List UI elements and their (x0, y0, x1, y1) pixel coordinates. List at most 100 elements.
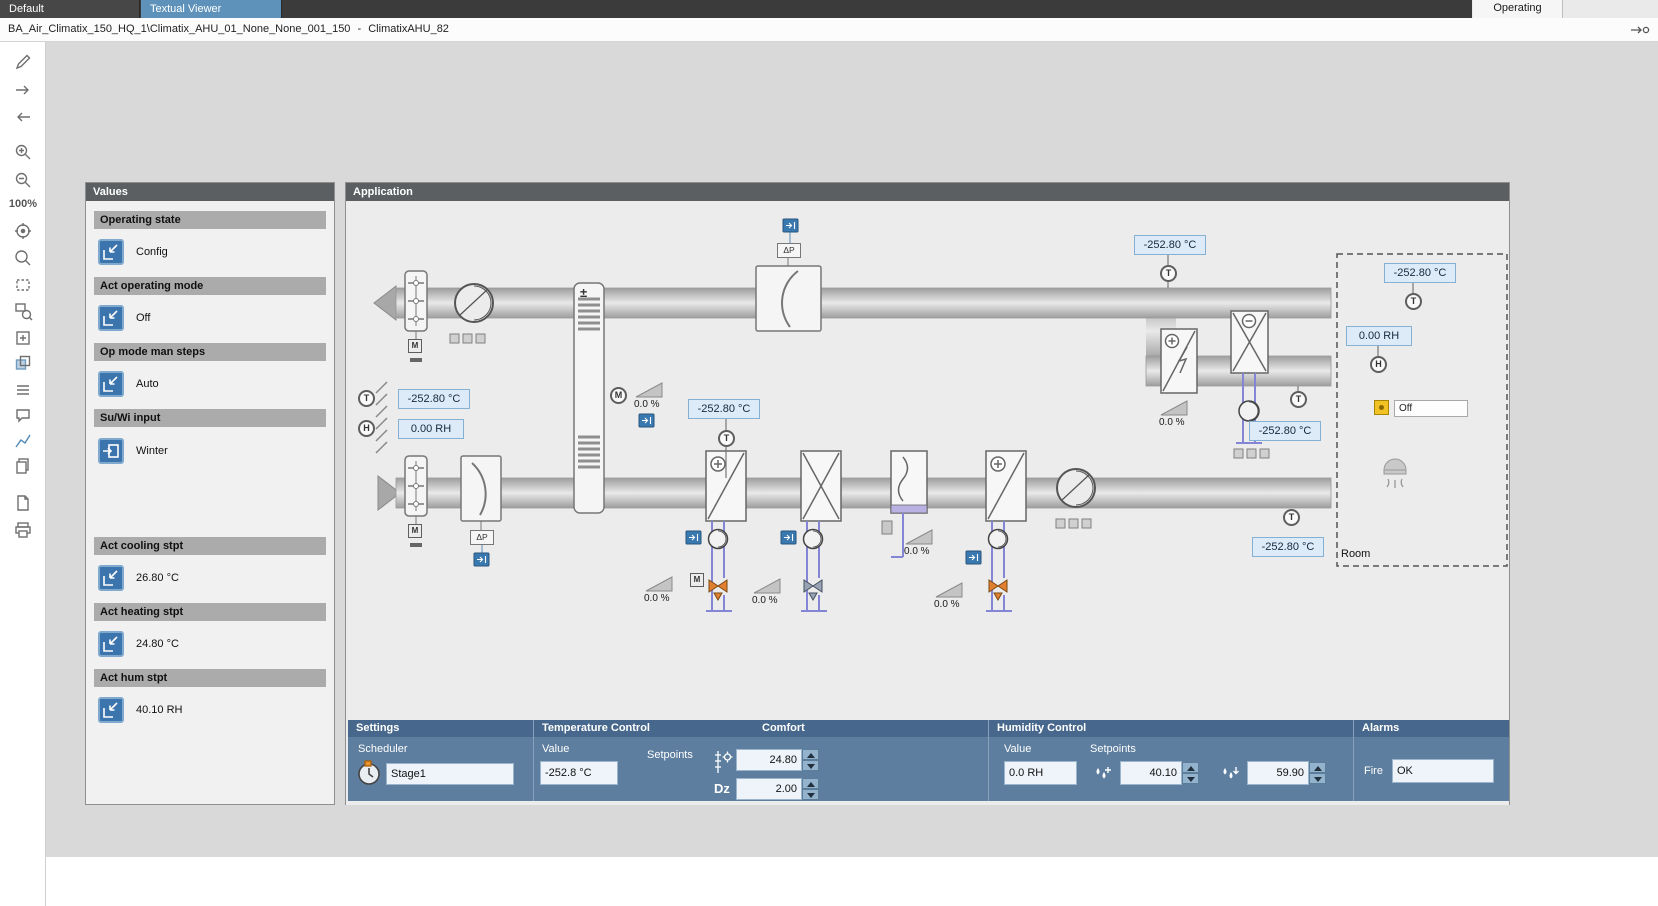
pen-icon[interactable] (13, 52, 33, 72)
temp-setpoints-label: Setpoints (647, 749, 693, 761)
pressure-sensor: ΔP (470, 530, 494, 545)
humidify-icon (1091, 763, 1115, 790)
changeover-pump[interactable] (1239, 401, 1259, 421)
screen: Default Textual Viewer Operating BA_Air_… (0, 0, 1658, 906)
breadcrumb-bar: BA_Air_Climatix_150_HQ_1\Climatix_AHU_01… (0, 18, 1658, 42)
branch-temp-sensor: T (1290, 391, 1307, 408)
command-icon[interactable] (98, 697, 124, 723)
hrc-motor: M (610, 387, 627, 404)
comfort-setpoint-input[interactable] (736, 749, 802, 771)
tab-textual-viewer[interactable]: Textual Viewer (141, 0, 282, 18)
zoom-in-icon[interactable] (13, 142, 33, 162)
dehumidify-setpoint-input[interactable] (1247, 761, 1309, 785)
exhaust-fan[interactable] (455, 284, 493, 322)
document-icon[interactable] (13, 493, 33, 513)
smoke-detector-icon (1384, 459, 1406, 488)
step-back-icon[interactable] (13, 107, 33, 127)
hrc-plusminus-symbol: ± (580, 285, 587, 300)
deadzone-setpoint-spinner[interactable] (802, 778, 819, 800)
operating-mode-button[interactable]: Operating (1473, 0, 1563, 18)
copy-icon[interactable] (13, 456, 33, 476)
electric-heater[interactable] (1161, 329, 1197, 393)
hum-value-input[interactable] (1004, 761, 1077, 785)
cooling-coil[interactable] (801, 451, 841, 521)
external-reference-icon[interactable] (639, 414, 654, 427)
external-reference-icon[interactable] (783, 219, 798, 232)
external-reference-icon[interactable] (966, 551, 981, 564)
fire-status-input[interactable] (1392, 759, 1494, 783)
heat-recovery-exchanger[interactable] (574, 283, 604, 513)
pressure-sensor: ΔP (777, 243, 801, 258)
room-temp-reading: -252.80 °C (1384, 263, 1456, 283)
deadzone-setpoint-input[interactable] (736, 778, 802, 800)
pan-view-icon[interactable] (13, 328, 33, 348)
comfort-setpoint-spinner[interactable] (802, 749, 819, 771)
lines-icon[interactable] (13, 380, 33, 400)
fire-label: Fire (1364, 765, 1383, 777)
extract-temp-reading: -252.80 °C (1252, 537, 1324, 557)
heating-pump[interactable] (709, 530, 728, 549)
room-label: Room (1341, 548, 1370, 560)
detach-window-icon[interactable] (1630, 22, 1650, 38)
print-icon[interactable] (13, 520, 33, 540)
command-icon[interactable] (98, 239, 124, 265)
valve-actuator: M (690, 573, 704, 587)
supply-duct (378, 476, 1331, 510)
damper-actuator: M (408, 339, 422, 353)
command-icon[interactable] (98, 371, 124, 397)
workspace: Values Operating state Config Act operat… (46, 42, 1658, 857)
exhaust-duct (374, 286, 1331, 320)
outside-air-damper[interactable] (405, 456, 427, 524)
section-header: Act heating stpt (94, 603, 326, 621)
settings-section: Settings Scheduler (348, 720, 533, 801)
room-unit-icon[interactable] (1374, 400, 1389, 415)
comment-icon[interactable] (13, 406, 33, 426)
tab-default[interactable]: Default (0, 0, 140, 18)
outside-hum-sensor: H (358, 420, 375, 437)
command-icon[interactable] (98, 565, 124, 591)
zoom-free-icon[interactable] (13, 248, 33, 268)
center-view-icon[interactable] (13, 221, 33, 241)
reheating-pump[interactable] (989, 530, 1008, 549)
external-reference-icon[interactable] (474, 553, 489, 566)
section-header: Operating state (94, 211, 326, 229)
command-icon[interactable] (98, 438, 124, 464)
select-area-icon[interactable] (13, 275, 33, 295)
temp-value-input[interactable] (540, 761, 618, 785)
humidify-setpoint-input[interactable] (1120, 761, 1182, 785)
supply-temp-reading: -252.80 °C (688, 399, 760, 419)
zoom-area-icon[interactable] (13, 301, 33, 321)
comfort-header: Comfort (762, 720, 805, 737)
scheduler-input[interactable] (386, 763, 514, 785)
reheating-coil[interactable] (986, 451, 1026, 521)
room-temp-sensor: T (1405, 293, 1422, 310)
changeover-coil[interactable] (1231, 311, 1268, 373)
external-reference-icon[interactable] (686, 531, 701, 544)
application-panel: Application (345, 182, 1510, 805)
position-percent-label: 0.0 % (904, 546, 940, 557)
position-percent-label: 0.0 % (934, 599, 970, 610)
layers-icon[interactable] (13, 353, 33, 373)
trend-icon[interactable] (13, 431, 33, 451)
humidity-control-title: Humidity Control (997, 720, 1086, 737)
command-icon[interactable] (98, 631, 124, 657)
humidify-setpoint-spinner[interactable] (1182, 762, 1199, 784)
dehumidify-icon (1218, 763, 1242, 790)
cooling-pump[interactable] (804, 530, 823, 549)
outside-temp-reading: -252.80 °C (398, 389, 470, 409)
external-reference-icon[interactable] (781, 531, 796, 544)
room-humidity-reading: 0.00 RH (1346, 326, 1412, 346)
values-panel: Values Operating state Config Act operat… (85, 182, 335, 805)
temp-value-label: Value (542, 743, 569, 755)
damper-actuator: M (408, 524, 422, 538)
step-forward-icon[interactable] (13, 80, 33, 100)
breadcrumb-path: BA_Air_Climatix_150_HQ_1\Climatix_AHU_01… (8, 23, 350, 35)
dehumidify-setpoint-spinner[interactable] (1309, 762, 1326, 784)
humidifier-status (882, 521, 892, 534)
damper-end-switch (410, 543, 422, 547)
command-icon[interactable] (98, 305, 124, 331)
scheduler-clock-icon[interactable] (356, 760, 383, 790)
supply-fan[interactable] (1057, 469, 1095, 507)
zoom-out-icon[interactable] (13, 170, 33, 190)
exhaust-air-damper[interactable] (405, 271, 427, 339)
